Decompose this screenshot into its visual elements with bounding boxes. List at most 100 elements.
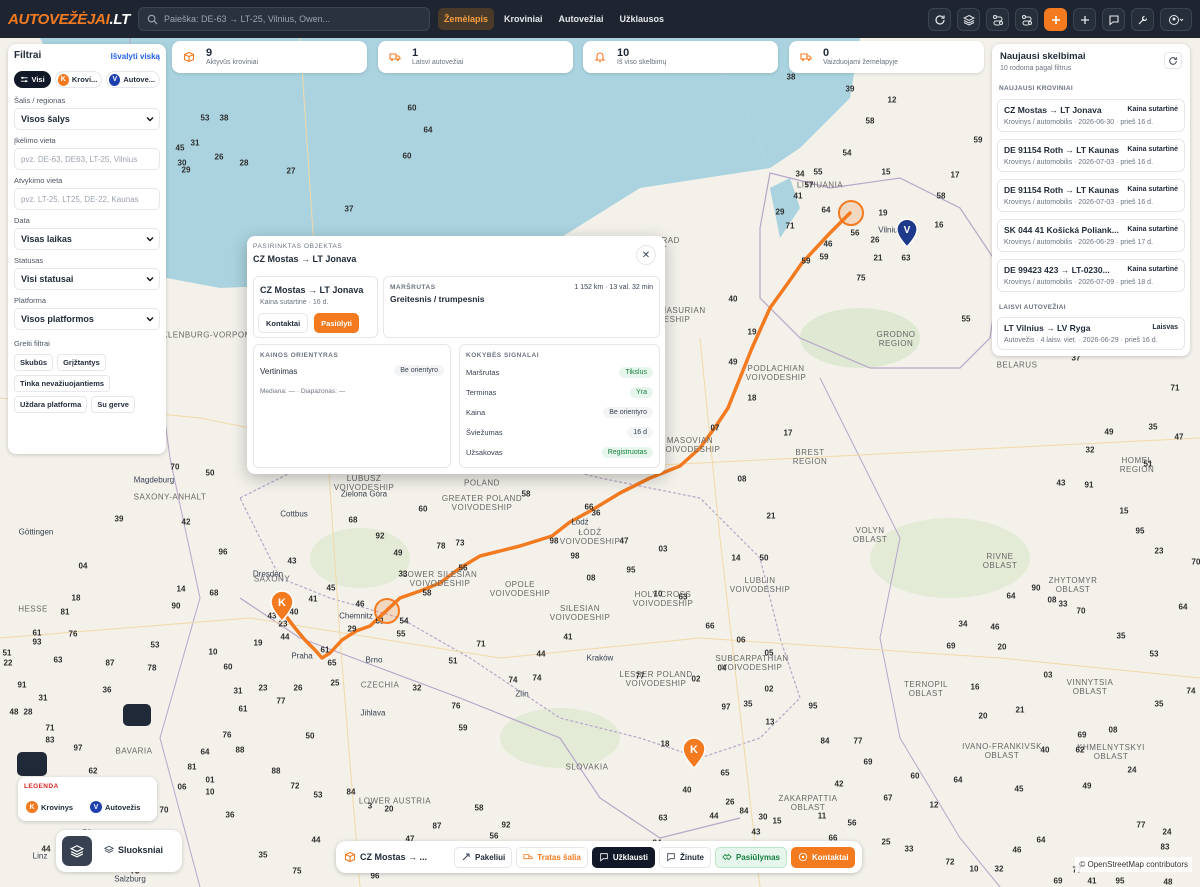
cluster-marker[interactable] xyxy=(838,200,864,226)
sliders-icon xyxy=(20,76,28,83)
route-card: MARŠRUTAS 1 152 km · 13 val. 32 min Grei… xyxy=(383,276,660,338)
pickup-label: Įkėlimo vieta xyxy=(14,136,56,145)
drop-input[interactable]: pvz. LT-25, LT25, DE-22, Kaunas xyxy=(14,188,160,210)
cargo-pin[interactable]: K xyxy=(682,737,706,771)
stat-label: Aktyvūs kroviniai xyxy=(206,59,259,66)
map-cluster-dark[interactable] xyxy=(123,704,151,726)
contacts-button[interactable]: Kontaktai xyxy=(258,313,309,333)
layers-button[interactable] xyxy=(62,836,92,866)
refresh-button[interactable] xyxy=(1164,52,1182,69)
message-button[interactable]: Žinute xyxy=(658,846,711,868)
platform-select[interactable]: Visos platformos xyxy=(14,308,160,330)
route-icon xyxy=(462,853,470,861)
user-menu-button[interactable] xyxy=(1160,8,1192,31)
svg-text:V: V xyxy=(904,225,911,236)
latest-listings-panel: Naujausi skelbimai 10 rodoma pagal filtr… xyxy=(992,44,1190,356)
search-input[interactable]: Paieška: DE-63 → LT-25, Vilnius, Owen... xyxy=(137,7,430,31)
refresh-button[interactable] xyxy=(928,8,951,31)
date-select[interactable]: Visas laikas xyxy=(14,228,160,250)
border-line xyxy=(819,377,1001,887)
nav-map[interactable]: Žemėlapis xyxy=(437,8,494,30)
stat-label: Laisvi autovežiai xyxy=(412,59,464,66)
forest-patch xyxy=(870,518,1030,598)
nav-cargo[interactable]: Kroviniai xyxy=(498,8,549,30)
listing-item[interactable]: DE 91154 Roth → LT Kaunas Kaina sutartinė… xyxy=(997,139,1185,172)
quick-filter-closed[interactable]: Uždara platforma xyxy=(14,396,88,413)
country-select[interactable]: Visos šalys xyxy=(14,108,160,130)
panel-subtitle: 10 rodoma pagal filtrus xyxy=(1000,65,1072,72)
truck-icon xyxy=(523,854,533,860)
stat-card-shown: 0 Vaizduojami žemėlapyje xyxy=(789,41,984,73)
quick-filter-returning[interactable]: Grįžtantys xyxy=(57,354,106,371)
listing-item[interactable]: CZ Mostas → LT Jonava Kaina sutartinė Krov… xyxy=(997,99,1185,132)
on-the-way-button[interactable]: Pakeliui xyxy=(454,846,513,868)
map-legend: LEGENDA K Krovinys V Autovežis xyxy=(18,777,157,821)
close-button[interactable]: ✕ xyxy=(636,245,656,265)
tools-button[interactable] xyxy=(1131,8,1154,31)
status-select[interactable]: Visi statusai xyxy=(14,268,160,290)
selected-object-popup: PASIRINKTAS OBJEKTAS CZ Mostas → LT Jona… xyxy=(247,236,665,474)
signal-row: Maršrutas Tikslus xyxy=(466,362,653,382)
chip-trucks[interactable]: V Autove... xyxy=(106,71,160,88)
clear-all-link[interactable]: Išvalyti viską xyxy=(111,52,160,61)
truck-icon xyxy=(386,48,404,66)
listing-item[interactable]: DE 99423 423 → LT-0230... Kaina sutartinė… xyxy=(997,259,1185,292)
listing-item[interactable]: SK 044 41 Košická Poliank... Kaina sutart… xyxy=(997,219,1185,252)
add-button[interactable] xyxy=(1073,8,1096,31)
stat-card-total: 10 Iš viso skelbimų xyxy=(583,41,778,73)
refresh-icon xyxy=(1169,56,1177,65)
signal-pill: Be orientyro xyxy=(603,406,653,418)
quick-filter-non-running[interactable]: Tinka nevažiuojantiems xyxy=(14,375,111,392)
layers-control[interactable]: Sluoksniai xyxy=(56,830,182,872)
popup-title: CZ Mostas → LT Jonava xyxy=(253,254,357,264)
chip-all[interactable]: Visi xyxy=(14,71,51,88)
route-alt-icon xyxy=(1021,14,1032,25)
route-button[interactable] xyxy=(986,8,1009,31)
map-cluster-dark[interactable] xyxy=(17,752,47,776)
cargo-badge-icon: K xyxy=(57,73,69,86)
nav-requests[interactable]: Užklausos xyxy=(614,8,671,30)
search-icon xyxy=(147,14,158,25)
price-card: KAINOS ORIENTYRAS Vertinimas Be orientyr… xyxy=(253,344,451,468)
cargo-pin[interactable]: K xyxy=(270,590,294,624)
bell-icon xyxy=(591,48,609,66)
platform-label: Platforma xyxy=(14,296,47,305)
offer-button[interactable]: Pasiūlymas xyxy=(714,846,787,868)
border-line xyxy=(239,437,801,759)
price-kicker: KAINOS ORIENTYRAS xyxy=(260,352,339,359)
main-nav: Žemėlapis Kroviniai Autovežiai Užklausos xyxy=(437,8,671,30)
chat-button[interactable] xyxy=(1102,8,1125,31)
chip-cargo[interactable]: K Krovi... xyxy=(54,71,103,88)
quick-filter-crane[interactable]: Su gerve xyxy=(91,396,135,413)
listing-item[interactable]: LT Vilnius → LV Ryga Laisvas Autovežis · 4… xyxy=(997,317,1185,350)
nav-trucks[interactable]: Autovežiai xyxy=(552,8,609,30)
contacts-button[interactable]: Kontaktai xyxy=(791,846,856,868)
refresh-icon xyxy=(934,14,945,25)
listing-card: CZ Mostas → LT Jonava Kaina sutartinė · … xyxy=(253,276,378,338)
ask-button[interactable]: Užklausti xyxy=(591,846,655,868)
layers-button[interactable] xyxy=(957,8,980,31)
logo[interactable]: AUTOVEŽĖJAI.LT xyxy=(8,11,130,28)
stat-card-cargo: 9 Aktyvūs kroviniai xyxy=(172,41,367,73)
nearby-trucks-button[interactable]: Tratas šalia xyxy=(516,846,588,868)
cluster-marker[interactable] xyxy=(374,598,400,624)
stat-value: 0 xyxy=(823,47,830,59)
pickup-input[interactable]: pvz. DE-63, DE63, LT-25, Vilnius xyxy=(14,148,160,170)
route-alt-button[interactable] xyxy=(1015,8,1038,31)
quality-card: KOKYBĖS SIGNALAI Maršrutas Tikslus Termin… xyxy=(459,344,660,468)
forest-patch xyxy=(310,528,410,588)
truck-pin[interactable]: V xyxy=(896,218,918,250)
box-icon xyxy=(344,851,356,863)
plus-icon xyxy=(1051,15,1060,24)
handshake-icon xyxy=(722,853,732,861)
add-orange-button[interactable] xyxy=(1044,8,1067,31)
stat-card-trucks: 1 Laisvi autovežiai xyxy=(378,41,573,73)
quick-filter-urgent[interactable]: Skubūs xyxy=(14,354,54,371)
map-pin-icon: K xyxy=(682,737,706,770)
offer-button[interactable]: Pasiūlyti xyxy=(314,313,360,333)
listing-item[interactable]: DE 91154 Roth → LT Kaunas Kaina sutartinė… xyxy=(997,179,1185,212)
truck-icon xyxy=(797,48,815,66)
stat-label: Vaizduojami žemėlapyje xyxy=(823,59,898,66)
cargo-badge-icon: K xyxy=(26,801,38,813)
chat-icon xyxy=(1108,14,1119,26)
